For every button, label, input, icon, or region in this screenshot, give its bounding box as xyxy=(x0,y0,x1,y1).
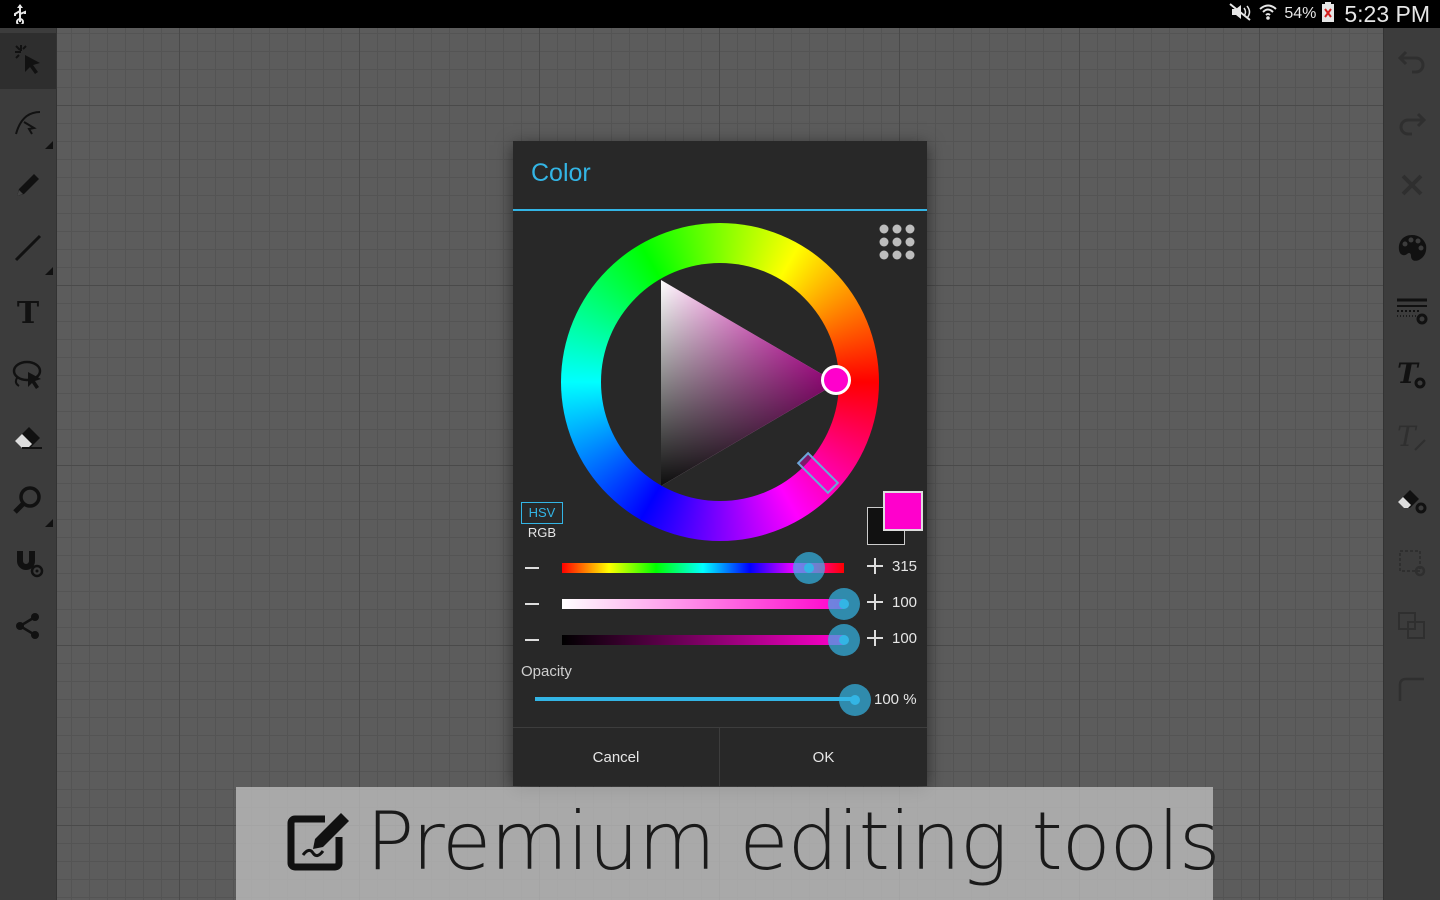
status-bar: 54% 5:23 PM xyxy=(0,0,1440,28)
cancel-button[interactable]: Cancel xyxy=(513,728,720,787)
color-selector-handle[interactable] xyxy=(821,365,851,395)
current-color-swatch xyxy=(883,491,923,531)
saturation-slider-row: 100 xyxy=(513,586,927,622)
text-style-button[interactable]: T xyxy=(1384,411,1440,467)
selection-settings-button[interactable] xyxy=(1384,537,1440,593)
value-slider-thumb[interactable] xyxy=(828,624,860,656)
opacity-slider[interactable] xyxy=(535,697,855,701)
magic-select-icon xyxy=(12,43,44,79)
corner-button[interactable] xyxy=(1384,663,1440,719)
redo-button[interactable] xyxy=(1384,96,1440,152)
text-style-icon: T xyxy=(1395,420,1429,456)
arrange-icon xyxy=(1396,610,1428,646)
text-settings-button[interactable]: T xyxy=(1384,348,1440,404)
hsv-mode-toggle[interactable]: HSV xyxy=(521,502,563,524)
search-icon xyxy=(12,484,44,520)
title-divider xyxy=(513,209,927,211)
eraser-icon xyxy=(12,421,44,457)
hue-slider-thumb[interactable] xyxy=(792,552,825,584)
grid-dots-icon xyxy=(879,224,915,260)
value-slider-row: 100 xyxy=(513,622,927,658)
value-decrement-button[interactable] xyxy=(523,630,543,650)
opacity-value: 100 % xyxy=(874,691,917,708)
redo-icon xyxy=(1396,106,1428,142)
select-tool[interactable] xyxy=(0,33,56,89)
saturation-increment-button[interactable] xyxy=(867,594,883,610)
magnet-icon xyxy=(11,547,45,583)
edit-icon xyxy=(285,805,353,877)
text-tool[interactable]: T xyxy=(0,285,56,341)
color-dialog: Color HSV RGB 315 100 100 Opacity 100 % … xyxy=(513,141,927,787)
hue-increment-button[interactable] xyxy=(867,558,883,574)
line-settings-icon xyxy=(1395,296,1429,330)
arrange-button[interactable] xyxy=(1384,600,1440,656)
left-toolbar: T xyxy=(0,28,57,900)
curve-tool[interactable] xyxy=(0,96,56,152)
saturation-slider[interactable] xyxy=(562,588,860,620)
value-value: 100 xyxy=(892,630,918,647)
share-tool[interactable] xyxy=(0,600,56,656)
rgb-mode-toggle[interactable]: RGB xyxy=(521,525,563,540)
right-toolbar: T T xyxy=(1383,28,1440,900)
usb-icon xyxy=(10,4,30,28)
saturation-slider-thumb[interactable] xyxy=(828,588,860,620)
eraser-settings-button[interactable] xyxy=(1384,474,1440,530)
selection-settings-icon xyxy=(1396,547,1428,583)
line-icon xyxy=(12,232,44,268)
color-swatches xyxy=(865,491,923,549)
curve-icon xyxy=(12,106,44,142)
ok-button[interactable]: OK xyxy=(720,728,927,787)
text-icon: T xyxy=(16,295,40,331)
promo-banner: Premium editing tools xyxy=(236,787,1221,900)
hue-slider[interactable] xyxy=(562,552,844,584)
text-settings-icon: T xyxy=(1395,357,1429,393)
saturation-value: 100 xyxy=(892,594,918,611)
battery-percent: 54% xyxy=(1284,5,1317,22)
clock: 5:23 PM xyxy=(1344,0,1430,27)
undo-button[interactable] xyxy=(1384,34,1440,90)
hue-slider-row: 315 xyxy=(513,550,927,586)
hue-value: 315 xyxy=(892,558,918,575)
banner-text: Premium editing tools xyxy=(366,795,1221,888)
value-increment-button[interactable] xyxy=(867,630,883,646)
hue-decrement-button[interactable] xyxy=(523,558,543,578)
eraser-tool[interactable] xyxy=(0,411,56,467)
lasso-tool[interactable] xyxy=(0,348,56,404)
mute-icon xyxy=(1228,2,1252,26)
zoom-tool[interactable] xyxy=(0,474,56,530)
wifi-icon xyxy=(1258,2,1278,26)
saturation-decrement-button[interactable] xyxy=(523,594,543,614)
delete-button[interactable] xyxy=(1384,159,1440,215)
share-icon xyxy=(13,611,43,645)
swatch-palette-button[interactable] xyxy=(875,221,917,263)
opacity-slider-thumb[interactable] xyxy=(839,684,871,716)
undo-icon xyxy=(1396,44,1428,80)
palette-icon xyxy=(1396,232,1428,268)
magnet-tool[interactable] xyxy=(0,537,56,593)
value-slider[interactable] xyxy=(562,624,860,656)
close-icon xyxy=(1397,170,1427,204)
palette-button[interactable] xyxy=(1384,222,1440,278)
battery-icon xyxy=(1322,2,1335,26)
opacity-label: Opacity xyxy=(521,663,572,680)
lasso-icon xyxy=(11,358,45,394)
pencil-icon xyxy=(12,169,44,205)
dialog-title: Color xyxy=(531,159,591,187)
pencil-tool[interactable] xyxy=(0,159,56,215)
corner-icon xyxy=(1396,673,1428,709)
line-settings-button[interactable] xyxy=(1384,285,1440,341)
dialog-button-bar: Cancel OK xyxy=(513,727,927,787)
eraser-settings-icon xyxy=(1395,484,1429,520)
line-tool[interactable] xyxy=(0,222,56,278)
